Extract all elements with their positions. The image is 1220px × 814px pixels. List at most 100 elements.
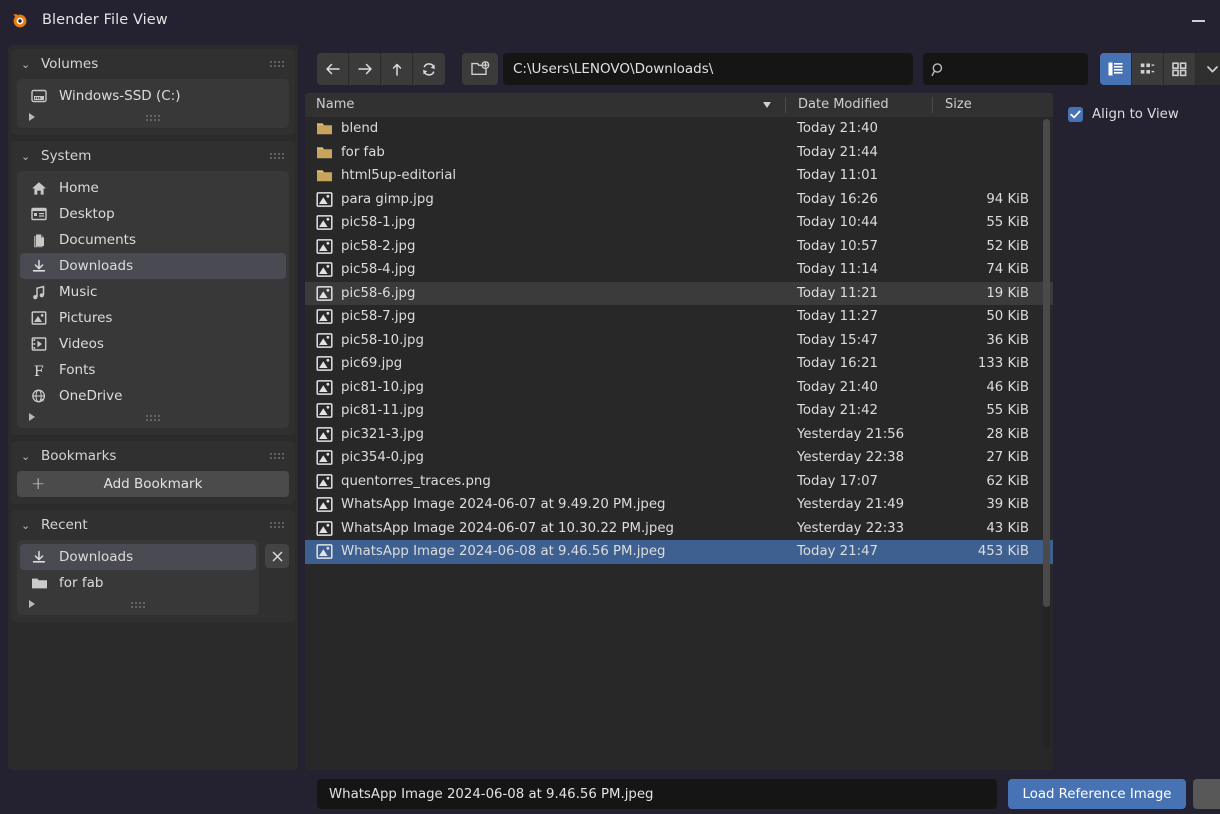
recent-item-downloads[interactable]: Downloads [20, 544, 256, 570]
table-row[interactable]: for fab Today 21:44 [305, 141, 1053, 165]
volumes-expand-handle[interactable] [20, 109, 286, 125]
clear-recent-button[interactable] [265, 544, 289, 568]
system-expand-handle[interactable] [20, 409, 286, 425]
panel-header-volumes[interactable]: ⌄ Volumes [11, 49, 295, 79]
image-file-icon [316, 473, 333, 489]
panel-title: Bookmarks [41, 448, 117, 464]
panel-header-bookmarks[interactable]: ⌄ Bookmarks [11, 441, 295, 471]
grip-dots-icon[interactable] [269, 60, 285, 68]
view-mode-horizontal-list[interactable] [1132, 53, 1164, 85]
file-date-cell: Today 17:07 [797, 473, 879, 489]
file-name-cell: html5up-editorial [305, 167, 785, 184]
table-row[interactable]: pic58-4.jpg Today 11:14 74 KiB [305, 258, 1053, 282]
table-row[interactable]: WhatsApp Image 2024-06-07 at 10.30.22 PM… [305, 517, 1053, 541]
column-header-date-label: Date Modified [798, 97, 889, 112]
column-header-date[interactable]: Date Modified [786, 93, 932, 117]
table-row[interactable]: blend Today 21:40 [305, 117, 1053, 141]
add-bookmark-button[interactable]: + Add Bookmark [17, 471, 289, 497]
image-file-icon [316, 450, 333, 466]
sidebar-item-desktop[interactable]: Desktop [20, 201, 286, 227]
file-name-label: pic81-10.jpg [341, 379, 424, 395]
file-name-label: pic69.jpg [341, 356, 403, 372]
folder-icon [317, 123, 332, 135]
table-row[interactable]: WhatsApp Image 2024-06-08 at 9.46.56 PM.… [305, 540, 1053, 564]
table-row[interactable]: pic81-11.jpg Today 21:42 55 KiB [305, 399, 1053, 423]
display-options-button[interactable] [1196, 53, 1220, 85]
forward-button[interactable] [349, 53, 381, 85]
load-reference-image-button[interactable]: Load Reference Image [1008, 779, 1186, 809]
recent-expand-handle[interactable] [20, 596, 256, 612]
font-f-icon: F [28, 361, 50, 379]
parent-directory-button[interactable] [381, 53, 413, 85]
file-size-cell: 55 KiB [986, 403, 1029, 419]
sidebar-item-fonts[interactable]: F Fonts [20, 357, 286, 383]
scrollbar-thumb[interactable] [1043, 119, 1050, 607]
sidebar-item-onedrive[interactable]: OneDrive [20, 383, 286, 409]
column-header-size[interactable]: Size [933, 93, 1043, 117]
panel-header-system[interactable]: ⌄ System [11, 141, 295, 171]
table-row[interactable]: pic58-1.jpg Today 10:44 55 KiB [305, 211, 1053, 235]
view-mode-vertical-list[interactable] [1100, 53, 1132, 85]
filename-input[interactable]: WhatsApp Image 2024-06-08 at 9.46.56 PM.… [317, 779, 997, 809]
view-mode-thumbnails[interactable] [1164, 53, 1196, 85]
table-row[interactable]: pic69.jpg Today 16:21 133 KiB [305, 352, 1053, 376]
recent-item-label: Downloads [59, 549, 134, 565]
sort-descending-triangle-icon[interactable] [763, 102, 771, 108]
table-row[interactable]: pic354-0.jpg Yesterday 22:38 27 KiB [305, 446, 1053, 470]
table-row[interactable]: WhatsApp Image 2024-06-07 at 9.49.20 PM.… [305, 493, 1053, 517]
file-name-cell: pic58-7.jpg [305, 308, 785, 325]
file-name-label: html5up-editorial [341, 168, 457, 184]
new-folder-button[interactable] [462, 53, 498, 85]
table-row[interactable]: pic58-10.jpg Today 15:47 36 KiB [305, 329, 1053, 353]
align-to-view-checkbox[interactable] [1068, 107, 1083, 122]
table-row[interactable]: pic58-6.jpg Today 11:21 19 KiB [305, 281, 1053, 305]
navigation-buttons [317, 53, 445, 85]
path-input[interactable]: C:\Users\LENOVO\Downloads\ [503, 53, 913, 85]
sidebar-item-music[interactable]: Music [20, 279, 286, 305]
minimize-icon[interactable] [1184, 14, 1212, 28]
sidebar-item-home[interactable]: Home [20, 175, 286, 201]
table-row[interactable]: quentorres_traces.png Today 17:07 62 KiB [305, 470, 1053, 494]
volume-item-windows-ssd[interactable]: Windows-SSD (C:) [20, 83, 286, 109]
recent-item-label: for fab [59, 575, 104, 591]
grip-dots-icon[interactable] [269, 521, 285, 529]
grip-dots-icon[interactable] [130, 601, 146, 608]
search-input[interactable] [923, 53, 1088, 85]
system-list: Home Desktop Documents Downloads Music P… [17, 171, 289, 428]
grip-dots-icon[interactable] [269, 152, 285, 160]
back-button[interactable] [317, 53, 349, 85]
bottom-bar: WhatsApp Image 2024-06-08 at 9.46.56 PM.… [305, 775, 1220, 814]
panel-system: ⌄ System Home Desktop Documents Download… [11, 141, 295, 435]
panel-body-volumes: Windows-SSD (C:) [11, 79, 295, 135]
file-name-cell: pic81-10.jpg [305, 379, 785, 396]
table-row[interactable]: pic81-10.jpg Today 21:40 46 KiB [305, 376, 1053, 400]
sidebar-item-pictures[interactable]: Pictures [20, 305, 286, 331]
file-name-cell: WhatsApp Image 2024-06-07 at 10.30.22 PM… [305, 520, 785, 537]
table-row[interactable]: html5up-editorial Today 11:01 [305, 164, 1053, 188]
grip-dots-icon[interactable] [145, 414, 161, 421]
panel-header-recent[interactable]: ⌄ Recent [11, 510, 295, 540]
file-list-pane: Name Date Modified Size blend Today 21:40… [305, 93, 1053, 770]
grip-dots-icon[interactable] [145, 114, 161, 121]
sidebar-item-documents[interactable]: Documents [20, 227, 286, 253]
table-row[interactable]: para gimp.jpg Today 16:26 94 KiB [305, 188, 1053, 212]
sidebar-item-downloads[interactable]: Downloads [20, 253, 286, 279]
recent-item-for-fab[interactable]: for fab [20, 570, 256, 596]
table-row[interactable]: pic58-2.jpg Today 10:57 52 KiB [305, 235, 1053, 259]
align-to-view-option[interactable]: Align to View [1060, 93, 1213, 122]
column-header-name[interactable]: Name [305, 93, 785, 117]
file-name-label: para gimp.jpg [341, 191, 434, 207]
sidebar-item-videos[interactable]: Videos [20, 331, 286, 357]
table-row[interactable]: pic321-3.jpg Yesterday 21:56 28 KiB [305, 423, 1053, 447]
file-list-scrollbar[interactable] [1043, 119, 1050, 749]
toolbar: C:\Users\LENOVO\Downloads\ [305, 45, 1220, 93]
file-size-cell: 19 KiB [986, 285, 1029, 301]
file-date-cell: Yesterday 22:38 [797, 450, 905, 466]
table-row[interactable]: pic58-7.jpg Today 11:27 50 KiB [305, 305, 1053, 329]
file-date-cell: Today 10:44 [797, 215, 879, 231]
file-date-cell: Today 16:21 [797, 356, 879, 372]
file-size-cell: 55 KiB [986, 215, 1029, 231]
cancel-button[interactable] [1193, 779, 1220, 809]
refresh-button[interactable] [413, 53, 445, 85]
grip-dots-icon[interactable] [269, 452, 285, 460]
